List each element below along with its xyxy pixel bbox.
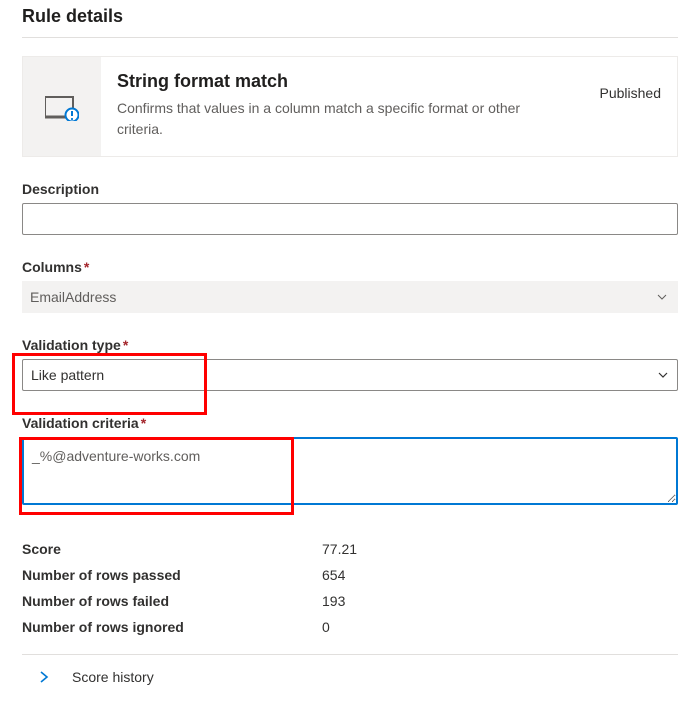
- metric-label: Number of rows failed: [22, 593, 322, 609]
- metrics-table: Score 77.21 Number of rows passed 654 Nu…: [22, 536, 678, 640]
- validation-type-value: Like pattern: [31, 367, 657, 383]
- metric-label: Score: [22, 541, 322, 557]
- chevron-right-icon: [38, 671, 50, 683]
- metric-value: 0: [322, 619, 330, 635]
- validation-type-select[interactable]: Like pattern: [22, 359, 678, 391]
- metric-row: Number of rows passed 654: [22, 562, 678, 588]
- metric-row: Number of rows ignored 0: [22, 614, 678, 640]
- string-format-icon: [45, 93, 79, 121]
- rule-description: Confirms that values in a column match a…: [117, 98, 547, 140]
- score-history-toggle[interactable]: Score history: [22, 655, 678, 693]
- validation-criteria-input[interactable]: [22, 437, 678, 505]
- description-input[interactable]: [22, 203, 678, 235]
- validation-type-label: Validation type*: [22, 337, 678, 353]
- metric-value: 77.21: [322, 541, 357, 557]
- columns-label: Columns*: [22, 259, 678, 275]
- chevron-down-icon: [657, 369, 669, 381]
- metric-row: Number of rows failed 193: [22, 588, 678, 614]
- description-label: Description: [22, 181, 678, 197]
- metric-label: Number of rows passed: [22, 567, 322, 583]
- score-history-label: Score history: [72, 669, 154, 685]
- chevron-down-icon: [656, 291, 668, 303]
- columns-select[interactable]: EmailAddress: [22, 281, 678, 313]
- metric-value: 193: [322, 593, 345, 609]
- metric-label: Number of rows ignored: [22, 619, 322, 635]
- rule-card: String format match Confirms that values…: [22, 56, 678, 157]
- rule-status: Published: [590, 71, 662, 101]
- metric-row: Score 77.21: [22, 536, 678, 562]
- rule-icon-box: [23, 57, 101, 156]
- metric-value: 654: [322, 567, 345, 583]
- divider: [22, 37, 678, 38]
- validation-criteria-label: Validation criteria*: [22, 415, 678, 431]
- page-title: Rule details: [22, 0, 678, 37]
- rule-title: String format match: [117, 71, 590, 92]
- columns-value: EmailAddress: [30, 289, 656, 305]
